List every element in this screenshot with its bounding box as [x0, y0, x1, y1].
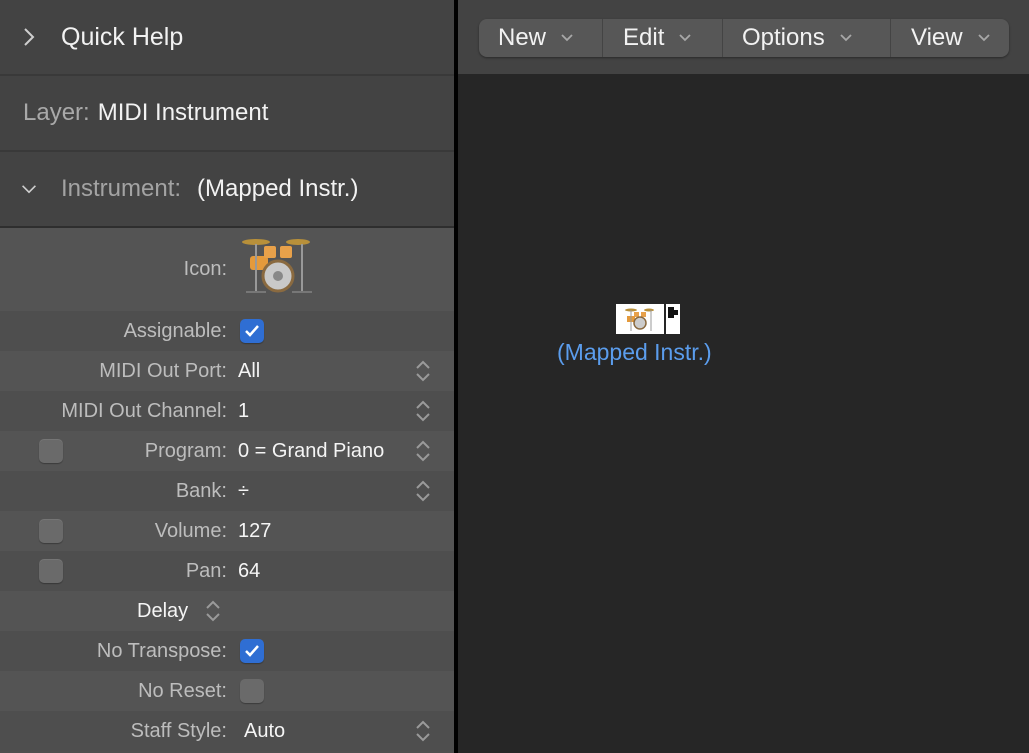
environment-canvas[interactable]: New Edit Options View (Mapped Instr.) [458, 0, 1029, 753]
no-transpose-label: No Transpose: [96, 639, 227, 662]
icon-label: Icon: [183, 258, 227, 280]
param-no-transpose: No Transpose: [0, 631, 454, 671]
up-down-chevron-icon[interactable] [414, 398, 432, 424]
menu-edit-label: Edit [623, 24, 665, 51]
instrument-section[interactable]: Instrument: (Mapped Instr.) [0, 152, 454, 228]
up-down-chevron-icon[interactable] [414, 438, 432, 464]
layer-section: Layer: MIDI Instrument [0, 76, 454, 152]
up-down-chevron-icon[interactable] [414, 478, 432, 504]
param-bank[interactable]: Bank: ÷ [0, 471, 454, 511]
midi-out-port-value[interactable]: All [238, 360, 260, 383]
layer-value: MIDI Instrument [97, 99, 269, 126]
volume-enable-checkbox[interactable] [39, 519, 63, 543]
menu-view-label: View [911, 24, 963, 51]
mapped-instrument-name[interactable]: (Mapped Instr.) [557, 339, 712, 366]
output-port[interactable] [666, 304, 680, 334]
chevron-right-icon[interactable] [21, 28, 37, 46]
midi-out-channel-value[interactable]: 1 [238, 400, 249, 423]
program-enable-checkbox[interactable] [39, 439, 63, 463]
up-down-chevron-icon[interactable] [414, 718, 432, 744]
menu-bar: New Edit Options View [479, 19, 1009, 57]
staff-style-label: Staff Style: [130, 719, 227, 742]
param-midi-out-channel[interactable]: MIDI Out Channel: 1 [0, 391, 454, 431]
parameter-list: Icon: Assignable: MIDI Out Port: All MID… [0, 228, 454, 751]
param-staff-style[interactable]: Staff Style: Auto [0, 711, 454, 751]
menu-new[interactable]: New [479, 19, 603, 57]
param-program[interactable]: Program: 0 = Grand Piano [0, 431, 454, 471]
menu-new-label: New [498, 24, 547, 51]
drum-kit-icon[interactable] [616, 304, 664, 334]
layer-label: Layer: [23, 99, 90, 126]
chevron-down-icon[interactable] [21, 181, 37, 197]
menu-view[interactable]: View [891, 19, 1009, 57]
param-delay[interactable]: Delay [0, 591, 454, 631]
volume-label: Volume: [154, 519, 227, 542]
quick-help-title: Quick Help [61, 22, 184, 51]
param-volume[interactable]: Volume: 127 [0, 511, 454, 551]
pan-label: Pan: [185, 559, 227, 582]
program-value[interactable]: 0 = Grand Piano [238, 440, 384, 463]
menu-edit[interactable]: Edit [603, 19, 723, 57]
param-midi-out-port[interactable]: MIDI Out Port: All [0, 351, 454, 391]
toolbar: New Edit Options View [458, 0, 1029, 74]
chevron-down-icon [679, 34, 691, 42]
chevron-down-icon [561, 34, 573, 42]
no-transpose-checkbox[interactable] [240, 639, 264, 663]
volume-value[interactable]: 127 [238, 520, 271, 543]
up-down-chevron-icon[interactable] [204, 598, 222, 624]
menu-options-label: Options [742, 24, 825, 51]
staff-style-value[interactable]: Auto [244, 720, 285, 743]
assignable-label: Assignable: [123, 319, 227, 342]
chevron-down-icon [977, 34, 990, 42]
pan-value[interactable]: 64 [238, 560, 260, 583]
param-no-reset: No Reset: [0, 671, 454, 711]
no-reset-checkbox[interactable] [240, 679, 264, 703]
bank-value[interactable]: ÷ [238, 480, 249, 503]
param-pan[interactable]: Pan: 64 [0, 551, 454, 591]
pan-enable-checkbox[interactable] [39, 559, 63, 583]
quick-help-section[interactable]: Quick Help [0, 0, 454, 76]
inspector-panel: Quick Help Layer: MIDI Instrument Instru… [0, 0, 454, 753]
param-icon-row: Icon: [0, 228, 454, 311]
delay-label[interactable]: Delay [137, 600, 188, 623]
bank-label: Bank: [175, 479, 227, 502]
chevron-down-icon [840, 34, 852, 42]
drum-kit-icon[interactable] [236, 234, 318, 296]
assignable-checkbox[interactable] [240, 319, 264, 343]
instrument-label: Instrument: [61, 175, 182, 202]
up-down-chevron-icon[interactable] [414, 358, 432, 384]
no-reset-label: No Reset: [138, 679, 227, 702]
program-label: Program: [144, 439, 227, 462]
instrument-name[interactable]: (Mapped Instr.) [197, 175, 358, 203]
param-assignable: Assignable: [0, 311, 454, 351]
menu-options[interactable]: Options [723, 19, 891, 57]
midi-out-channel-label: MIDI Out Channel: [61, 399, 227, 422]
midi-out-port-label: MIDI Out Port: [99, 359, 227, 382]
